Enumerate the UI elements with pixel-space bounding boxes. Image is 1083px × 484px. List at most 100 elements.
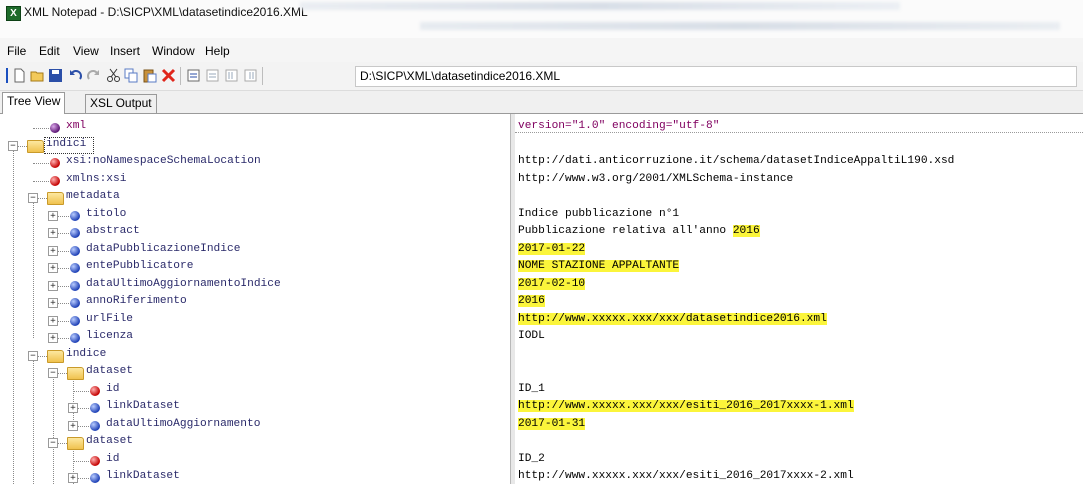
tree-node-label: linkDataset [106,470,180,482]
value-row[interactable] [518,364,1078,381]
menu-window[interactable]: Window [152,44,195,58]
value-row[interactable]: 2017-01-31 [518,417,1078,434]
expand-icon[interactable]: + [68,420,78,431]
tree-node-label: dataset [86,365,133,377]
expand-icon[interactable]: + [48,263,58,273]
nudge-right-icon[interactable] [243,68,258,83]
xml-notepad-app-icon[interactable]: X [6,6,21,21]
blue-ball-icon [70,315,80,326]
expand-icon[interactable]: + [68,403,78,413]
value-row[interactable] [518,434,1078,451]
value-pane: version="1.0" encoding="utf-8" http://dat… [515,114,1083,484]
tree-branch-line [33,128,51,129]
blue-ball-icon [90,420,100,431]
tree-row[interactable]: + titolo [0,207,510,224]
toolbar-grip-icon [6,68,8,83]
node-value: 2017-02-10 [518,277,586,290]
expand-icon[interactable]: + [48,228,58,238]
node-value: IODL [518,330,545,342]
tree-row[interactable]: + annoRiferimento [0,294,510,311]
expand-icon[interactable]: + [48,210,58,221]
undo-icon[interactable] [68,68,83,83]
tree-row[interactable]: xml [0,119,510,136]
red-ball-icon [90,385,100,396]
expand-icon[interactable]: + [68,473,78,483]
tree-row[interactable]: − indici [0,136,510,154]
tree-row[interactable]: − indice [0,347,510,364]
value-row[interactable] [518,347,1078,364]
new-icon[interactable] [12,68,27,83]
value-row[interactable]: version="1.0" encoding="utf-8" [518,119,1078,136]
paste-icon[interactable] [142,68,157,83]
tree-row[interactable]: + dataUltimoAggiornamentoIndice [0,277,510,294]
tree-row[interactable]: + linkDataset [0,399,510,416]
value-row[interactable]: http://www.xxxxx.xxx/xxx/datasetindice20… [518,312,1078,329]
purple-ball-icon [50,123,60,133]
menu-view[interactable]: View [73,44,99,58]
selected-node-outline [44,136,94,154]
toolbar-separator [180,67,181,85]
value-row[interactable]: Pubblicazione relativa all'anno 2016 [518,224,1078,241]
tree-node-label: dataUltimoAggiornamentoIndice [86,277,281,290]
collapse-icon[interactable]: − [8,140,18,151]
redo-icon[interactable] [86,68,101,83]
save-icon[interactable] [48,68,63,83]
value-row[interactable]: ID_1 [518,382,1078,399]
tree-row[interactable]: + licenza [0,329,510,346]
value-row[interactable]: http://www.xxxxx.xxx/xxx/esiti_2016_2017… [518,399,1078,416]
tab-tree-view[interactable]: Tree View [2,92,66,114]
value-row[interactable]: 2016 [518,294,1078,311]
menu-help[interactable]: Help [205,44,230,58]
collapse-icon[interactable]: − [48,438,58,448]
tree-row[interactable]: + linkDataset [0,469,510,484]
tree-row[interactable]: + entePubblicatore [0,259,510,276]
expand-icon[interactable]: + [48,298,58,308]
nudge-down-icon[interactable] [205,68,220,83]
expand-icon[interactable]: + [48,245,58,256]
tree-node-label: xmlns:xsi [66,172,127,185]
value-row[interactable] [518,189,1078,206]
value-row[interactable] [518,137,1078,154]
tree-row[interactable]: + dataPubblicazioneIndice [0,242,510,259]
value-row[interactable]: http://dati.anticorruzione.it/schema/dat… [518,154,1078,171]
tree-row[interactable]: id [0,452,510,469]
collapse-icon[interactable]: − [28,350,38,361]
menu-edit[interactable]: Edit [39,44,60,58]
value-row[interactable]: ID_2 [518,452,1078,469]
tree-row[interactable]: xsi:noNamespaceSchemaLocation [0,154,510,171]
tree-row[interactable]: xmlns:xsi [0,172,510,189]
open-icon[interactable] [30,68,45,83]
tree-row[interactable]: + abstract [0,224,510,241]
value-row[interactable]: http://www.w3.org/2001/XMLSchema-instanc… [518,172,1078,189]
tree-row[interactable]: − dataset [0,434,510,451]
tree-node-label: urlFile [86,312,133,325]
value-row[interactable]: 2017-02-10 [518,277,1078,294]
nudge-left-icon[interactable] [224,68,239,83]
value-row[interactable]: http://www.xxxxx.xxx/xxx/esiti_2016_2017… [518,469,1078,484]
tree-row[interactable]: + dataUltimoAggiornamento [0,417,510,434]
tree-row[interactable]: − dataset [0,364,510,381]
value-row[interactable]: Indice pubblicazione n°1 [518,207,1078,224]
title-bar: X XML Notepad - D:\SICP\XML\datasetindic… [0,0,1083,38]
tree-row[interactable]: − metadata [0,189,510,206]
menu-file[interactable]: File [7,44,26,58]
value-row[interactable]: NOME STAZIONE APPALTANTE [518,259,1078,276]
collapse-icon[interactable]: − [28,193,38,203]
tab-xsl-output[interactable]: XSL Output [85,94,157,113]
menu-insert[interactable]: Insert [110,44,140,58]
tab-strip: Tree View XSL Output [0,91,1083,114]
file-path-field[interactable]: D:\SICP\XML\datasetindice2016.XML [355,66,1077,87]
expand-icon[interactable]: + [48,315,58,326]
nudge-up-icon[interactable] [186,68,201,83]
tree-row[interactable]: + urlFile [0,312,510,329]
cut-icon[interactable] [106,68,121,83]
expand-icon[interactable]: + [48,333,58,343]
copy-icon[interactable] [124,68,139,83]
blurred-background-text [300,2,900,10]
tree-row[interactable]: id [0,382,510,399]
delete-icon[interactable] [161,68,176,83]
expand-icon[interactable]: + [48,280,58,291]
value-row[interactable]: 2017-01-22 [518,242,1078,259]
value-row[interactable]: IODL [518,329,1078,346]
collapse-icon[interactable]: − [48,368,58,378]
